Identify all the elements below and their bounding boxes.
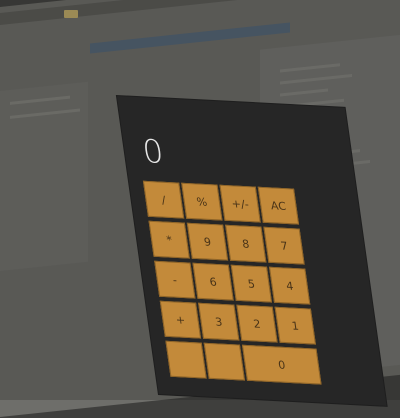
- key-multiply[interactable]: *: [148, 220, 190, 259]
- key-clear[interactable]: AC: [257, 186, 300, 225]
- key-one[interactable]: 1: [274, 306, 316, 345]
- key-seven[interactable]: 7: [263, 226, 305, 265]
- calculator-window: 0 / % +/- AC * 9 8 7 - 6 5 4 + 3 2 1 0: [117, 96, 387, 406]
- key-plus[interactable]: +: [159, 300, 202, 339]
- key-eight[interactable]: 8: [225, 224, 267, 263]
- key-six[interactable]: 6: [192, 262, 234, 301]
- key-three[interactable]: 3: [198, 302, 240, 341]
- key-four[interactable]: 4: [268, 266, 311, 305]
- key-sign[interactable]: +/-: [219, 184, 261, 223]
- key-blank-left[interactable]: [165, 340, 207, 379]
- key-five[interactable]: 5: [230, 264, 273, 303]
- key-zero[interactable]: 0: [241, 344, 322, 385]
- display-value: 0: [140, 131, 166, 172]
- key-divide[interactable]: /: [142, 180, 185, 219]
- calculator-display: 0: [136, 131, 333, 183]
- key-two[interactable]: 2: [236, 304, 278, 343]
- key-percent[interactable]: %: [181, 182, 223, 221]
- key-blank-middle[interactable]: [203, 342, 245, 381]
- key-minus[interactable]: -: [154, 260, 196, 299]
- key-nine[interactable]: 9: [186, 222, 229, 261]
